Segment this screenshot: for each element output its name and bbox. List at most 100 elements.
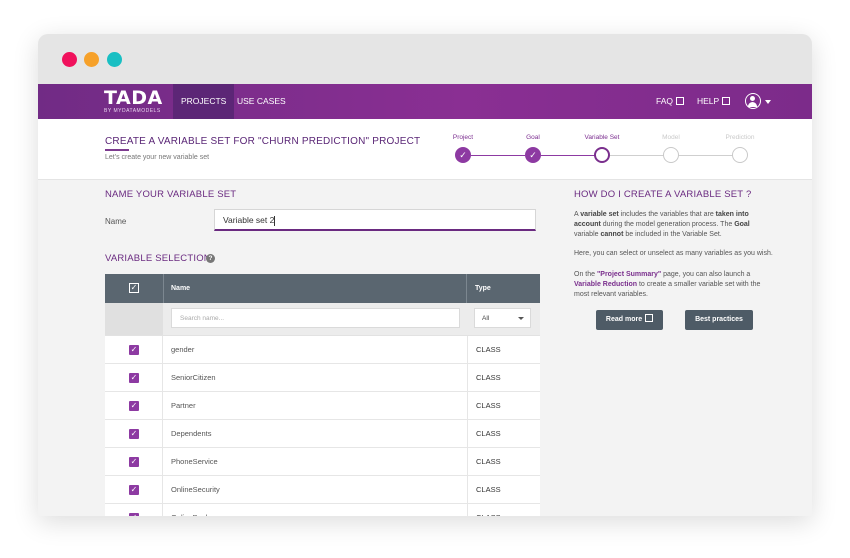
step-variable-set-circle[interactable] <box>594 147 610 163</box>
row-select-cell: ✓ <box>105 504 163 516</box>
variable-selection-title: VARIABLE SELECTION <box>105 253 211 264</box>
help-paragraph-2: Here, you can select or unselect as many… <box>574 250 773 257</box>
row-checkbox[interactable]: ✓ <box>129 513 139 516</box>
help-text-span: page, you can also launch a <box>661 271 751 278</box>
close-window-dot[interactable] <box>62 52 77 67</box>
search-name-input[interactable]: Search name... <box>171 308 460 328</box>
help-text-bold: variable set <box>580 211 619 218</box>
variable-name: Partner <box>171 401 196 410</box>
variable-name: SeniorCitizen <box>171 373 216 382</box>
name-input-value: Variable set 2 <box>223 215 275 225</box>
stepper-line <box>679 155 733 156</box>
faq-link[interactable]: FAQ <box>656 84 685 119</box>
type-filter-value: All <box>482 315 490 322</box>
variable-type: CLASS <box>467 448 540 476</box>
variable-name: PhoneService <box>171 457 218 466</box>
help-paragraph-1: A variable set includes the variables th… <box>574 210 774 240</box>
type-filter-select[interactable]: All <box>474 308 531 328</box>
row-select-cell: ✓ <box>105 448 163 476</box>
row-checkbox[interactable]: ✓ <box>129 401 139 411</box>
row-select-cell: ✓ <box>105 476 163 504</box>
table-row[interactable]: ✓ PhoneService CLASS <box>105 448 540 476</box>
header-name[interactable]: Name <box>163 274 467 303</box>
variable-reduction-link[interactable]: Variable Reduction <box>574 281 637 288</box>
table-filter-row: Search name... All <box>105 303 540 336</box>
chevron-down-icon[interactable] <box>765 100 771 104</box>
row-select-cell: ✓ <box>105 336 163 364</box>
variable-name: OnlineBackup <box>171 504 218 516</box>
window-titlebar <box>38 34 812 84</box>
select-all-checkbox[interactable]: ✓ <box>129 283 139 293</box>
row-select-cell: ✓ <box>105 420 163 448</box>
row-checkbox[interactable]: ✓ <box>129 373 139 383</box>
variable-type: CLASS <box>467 476 540 504</box>
step-project-check-icon[interactable]: ✓ <box>455 147 471 163</box>
table-row[interactable]: ✓ gender CLASS <box>105 336 540 364</box>
filter-empty-cell <box>105 303 163 335</box>
variable-type: CLASS <box>467 392 540 420</box>
table-row[interactable]: ✓ OnlineBackup CLASS <box>105 504 540 516</box>
help-text-span: variable <box>574 231 601 238</box>
row-select-cell: ✓ <box>105 392 163 420</box>
stepper-line <box>471 155 525 156</box>
variable-set-name-input[interactable]: Variable set 2 <box>214 209 536 231</box>
external-link-icon <box>722 96 731 105</box>
help-link[interactable]: HELP <box>697 84 731 119</box>
variable-type: CLASS <box>467 420 540 448</box>
help-text-span: On the <box>574 271 597 278</box>
row-select-cell: ✓ <box>105 364 163 392</box>
help-paragraph-3: On the "Project Summary" page, you can a… <box>574 270 774 300</box>
variables-table: ✓ Name Type Search name... All ✓ gender CL… <box>105 274 540 516</box>
page-title: CREATE A VARIABLE SET FOR "CHURN PREDICT… <box>105 136 421 147</box>
row-checkbox[interactable]: ✓ <box>129 485 139 495</box>
step-model-circle <box>663 147 679 163</box>
help-text-span: includes the variables that are <box>618 211 716 218</box>
step-label-prediction: Prediction <box>725 134 755 141</box>
step-label-project: Project <box>452 134 474 141</box>
read-more-label: Read more <box>605 316 643 323</box>
row-checkbox[interactable]: ✓ <box>129 345 139 355</box>
title-underline <box>105 149 129 151</box>
table-row[interactable]: ✓ Dependents CLASS <box>105 420 540 448</box>
header-type[interactable]: Type <box>467 274 540 303</box>
table-row[interactable]: ✓ SeniorCitizen CLASS <box>105 364 540 392</box>
help-text-span: be included in the Variable Set. <box>623 231 722 238</box>
table-row[interactable]: ✓ Partner CLASS <box>105 392 540 420</box>
help-label: HELP <box>697 96 720 106</box>
step-goal-check-icon[interactable]: ✓ <box>525 147 541 163</box>
help-panel-title: HOW DO I CREATE A VARIABLE SET ? <box>574 189 752 200</box>
logo-subtitle: BY MYDATAMODELS <box>104 108 161 114</box>
row-checkbox[interactable]: ✓ <box>129 429 139 439</box>
table-row[interactable]: ✓ OnlineSecurity CLASS <box>105 476 540 504</box>
app-window: TADA BY MYDATAMODELS PROJECTS USE CASES … <box>38 34 812 516</box>
text-caret <box>274 215 276 226</box>
help-text-span: during the model generation process. The <box>600 221 735 228</box>
read-more-button[interactable]: Read more <box>596 310 663 330</box>
chevron-down-icon <box>518 317 524 320</box>
maximize-window-dot[interactable] <box>107 52 122 67</box>
help-question-icon[interactable]: ? <box>206 254 215 263</box>
variable-name: Dependents <box>171 429 212 438</box>
variable-name: gender <box>171 345 195 354</box>
step-label-goal: Goal <box>526 134 540 141</box>
best-practices-button[interactable]: Best practices <box>685 310 753 330</box>
variable-type: CLASS <box>467 336 540 364</box>
faq-label: FAQ <box>656 96 674 106</box>
name-section-title: NAME YOUR VARIABLE SET <box>105 189 237 200</box>
nav-tab-use-cases[interactable]: USE CASES <box>229 84 294 119</box>
stepper-line <box>610 155 664 156</box>
external-link-icon <box>676 96 685 105</box>
tada-logo[interactable]: TADA BY MYDATAMODELS <box>104 89 164 115</box>
step-label-variable-set: Variable Set <box>584 134 620 141</box>
table-header: ✓ Name Type <box>105 274 540 303</box>
nav-tab-projects[interactable]: PROJECTS <box>173 84 235 119</box>
user-avatar-icon[interactable] <box>745 93 761 109</box>
step-label-model: Model <box>662 134 680 141</box>
header-select-all-cell: ✓ <box>105 274 164 303</box>
project-summary-link[interactable]: "Project Summary" <box>597 271 661 278</box>
minimize-window-dot[interactable] <box>84 52 99 67</box>
variable-type: CLASS <box>467 504 540 516</box>
step-prediction-circle <box>732 147 748 163</box>
row-checkbox[interactable]: ✓ <box>129 457 139 467</box>
help-text-bold: Goal <box>734 221 750 228</box>
